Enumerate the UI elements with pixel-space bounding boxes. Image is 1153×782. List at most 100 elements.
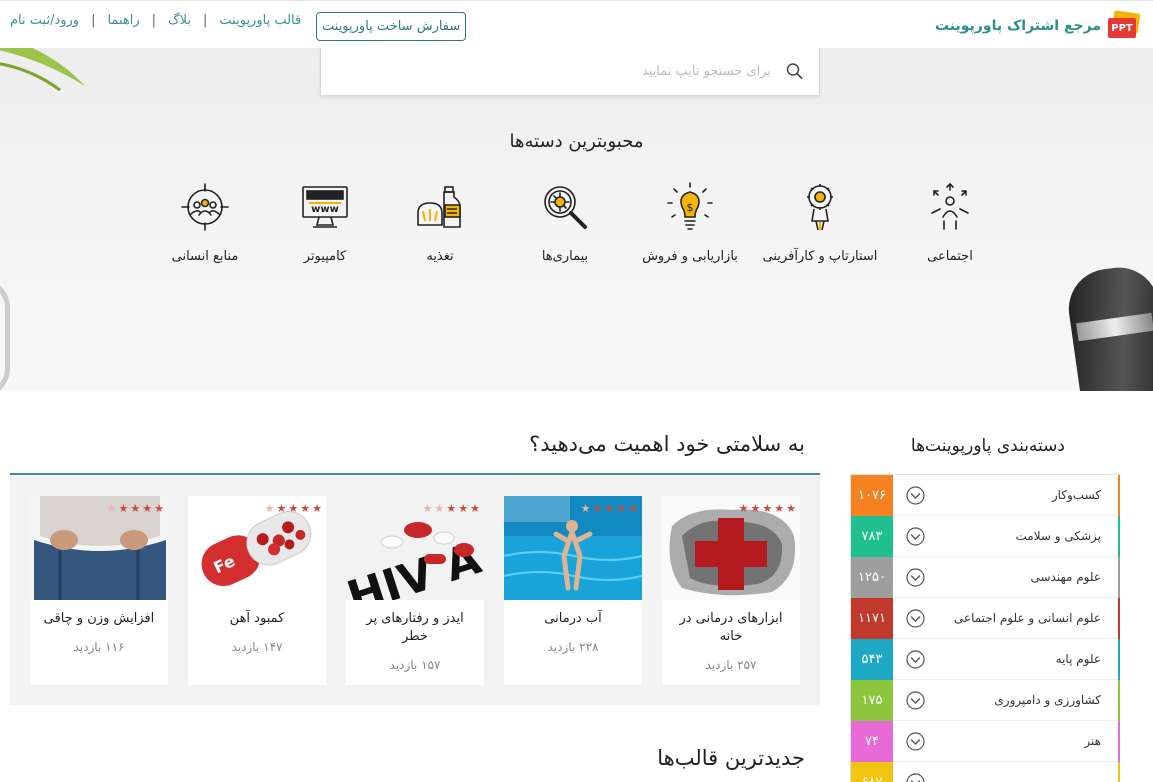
card-title[interactable]: افزایش وزن و چاقی [36,610,162,628]
nav-guide-link[interactable]: راهنما [107,13,139,28]
star-icon: ★ [276,502,287,515]
popular-categories-title: محبوبترین دسته‌ها [509,131,644,152]
template-card[interactable]: ★ ★ ★ ★ ★ آب درمانی ۲۲۸ بازدید [504,496,642,685]
popular-category-hr[interactable]: منابع انسانی [130,181,280,264]
card-title[interactable]: آب درمانی [510,610,636,628]
category-name[interactable]: پزشکی و سلامت [1016,529,1102,543]
nav-blog-link[interactable]: بلاگ [168,13,191,28]
nav-login-link[interactable]: ورود/ثبت نام [10,13,79,28]
logo-badge-text: PPT [1108,18,1136,38]
popular-category-social[interactable]: اجتماعی [875,181,1025,264]
top-nav: قالب پاورپوینت | بلاگ | راهنما | ورود/ثب… [10,13,301,28]
latest-templates-title: جدیدترین قالب‌ها [657,746,805,770]
card-views: ۲۲۸ بازدید [547,640,599,654]
rating-stars: ★ ★ ★ ★ ★ [265,503,322,514]
chevron-down-icon[interactable] [906,691,925,710]
nav-separator: | [91,13,96,28]
category-name[interactable]: کشاورزی و دامپروری [994,693,1101,707]
star-icon: ★ [762,502,773,515]
popular-category-label: منابع انسانی [171,249,239,264]
card-views: ۱۵۷ بازدید [389,658,441,672]
search-icon[interactable] [785,62,803,80]
category-color-edge [1118,598,1120,639]
template-card[interactable]: HIV A ★ ★ ★ ★ ★ ایدز و رفتارهای پر خطر ۱۵۷ ب… [346,496,484,685]
star-icon: ★ [580,502,591,515]
star-icon: ★ [288,502,299,515]
star-icon: ★ [774,502,785,515]
star-icon: ★ [106,502,117,515]
category-row[interactable]: ۷۴ هنر [851,721,1120,762]
svg-text:www: www [311,204,339,215]
star-icon: ★ [154,502,164,515]
rating-stars: ★ ★ ★ ★ ★ [581,503,638,514]
sidebar-title: دسته‌بندی پاورپوینت‌ها [910,436,1065,456]
card-title[interactable]: ایدز و رفتارهای پر خطر [352,610,478,646]
category-color-edge [1118,639,1120,680]
star-icon: ★ [750,502,761,515]
star-icon: ★ [446,502,457,515]
template-card[interactable]: ★ ★ ★ ★ ★ افزایش وزن و چاقی ۱۱۶ بازدید [30,496,168,685]
star-icon: ★ [142,502,153,515]
card-views: ۱۴۷ بازدید [231,640,283,654]
chevron-down-icon[interactable] [906,732,925,751]
category-count: ۱۲۵۰ [851,557,893,598]
star-icon: ★ [300,502,311,515]
star-icon: ★ [616,502,627,515]
category-row[interactable]: ۱۲۵۰ علوم مهندسی [851,557,1120,598]
category-row[interactable]: ۱۷۵ کشاورزی و دامپروری [851,680,1120,721]
target-people-icon [181,183,229,231]
category-name[interactable]: علوم پایه [1056,652,1101,666]
star-icon: ★ [264,502,275,515]
category-count: ۱۰۷۶ [851,475,893,516]
chevron-down-icon[interactable] [906,486,925,505]
health-section-title: به سلامتی خود اهمیت می‌دهید؟ [529,432,805,456]
star-icon: ★ [422,502,433,515]
category-name[interactable]: علوم انسانی و علوم اجتماعی [954,611,1101,625]
people-arrows-icon [931,182,969,230]
hero-section: محبوبترین دسته‌ها اجتماعی استارتاپ و کار… [0,48,1153,391]
category-name[interactable]: کسب‌وکار [1052,488,1101,502]
search-input[interactable] [371,56,771,86]
card-views: ۱۱۶ بازدید [73,640,125,654]
category-color-edge [1118,516,1120,557]
order-powerpoint-button[interactable]: سفارش ساخت پاورپوینت [316,12,467,41]
category-color-edge [1118,680,1120,721]
card-title[interactable]: ابزارهای درمانی در خانه [668,610,794,646]
star-icon: ★ [434,502,445,515]
category-row[interactable]: ۱۰۷۶ کسب‌وکار [851,475,1120,516]
category-count: ۷۸۳ [851,516,893,557]
star-icon: ★ [312,502,322,515]
leaf-decoration-icon [0,48,85,92]
star-icon: ★ [458,502,469,515]
category-row[interactable]: ۵۴۳ علوم پایه [851,639,1120,680]
nav-separator: | [151,13,157,28]
category-name[interactable]: هنر [1084,734,1101,748]
svg-text:$: $ [687,201,694,214]
category-row[interactable]: ۱۱۷۱ علوم انسانی و علوم اجتماعی [851,598,1120,639]
card-title[interactable]: کمبود آهن [194,610,320,628]
chevron-down-icon[interactable] [906,650,925,669]
popular-category-startup[interactable]: استارتاپ و کارآفرینی [745,181,895,264]
category-count: ۵۴۳ [851,639,893,680]
rating-stars: ★ ★ ★ ★ ★ [107,503,164,514]
popular-category-label: اجتماعی [927,249,973,264]
ppt-logo-icon: PPT [1107,10,1141,40]
rating-stars: ★ ★ ★ ★ ★ [739,503,796,514]
template-card[interactable]: Fe ★ ★ ★ ★ ★ کمبود آهن ۱۴۷ بازدید [188,496,326,685]
category-count: ۶۸۷ [851,762,893,782]
category-row[interactable]: ۶۸۷ [851,762,1120,782]
category-name[interactable]: علوم مهندسی [1030,570,1101,584]
chevron-down-icon[interactable] [906,773,925,782]
site-logo[interactable]: PPT مرجع اشتراک پاورپوینت [935,10,1141,41]
star-icon: ★ [786,502,796,515]
chevron-down-icon[interactable] [906,609,925,628]
star-icon: ★ [118,502,129,515]
top-bar: PPT مرجع اشتراک پاورپوینت سفارش ساخت پاو… [0,0,1153,48]
category-count: ۷۴ [851,721,893,762]
nav-templates-link[interactable]: قالب پاورپوینت [219,13,301,28]
category-row[interactable]: ۷۸۳ پزشکی و سلامت [851,516,1120,557]
chevron-down-icon[interactable] [906,568,925,587]
chevron-down-icon[interactable] [906,527,925,546]
template-card[interactable]: ★ ★ ★ ★ ★ ابزارهای درمانی در خانه ۲۵۷ بازدید [662,496,800,685]
category-count: ۱۷۵ [851,680,893,721]
